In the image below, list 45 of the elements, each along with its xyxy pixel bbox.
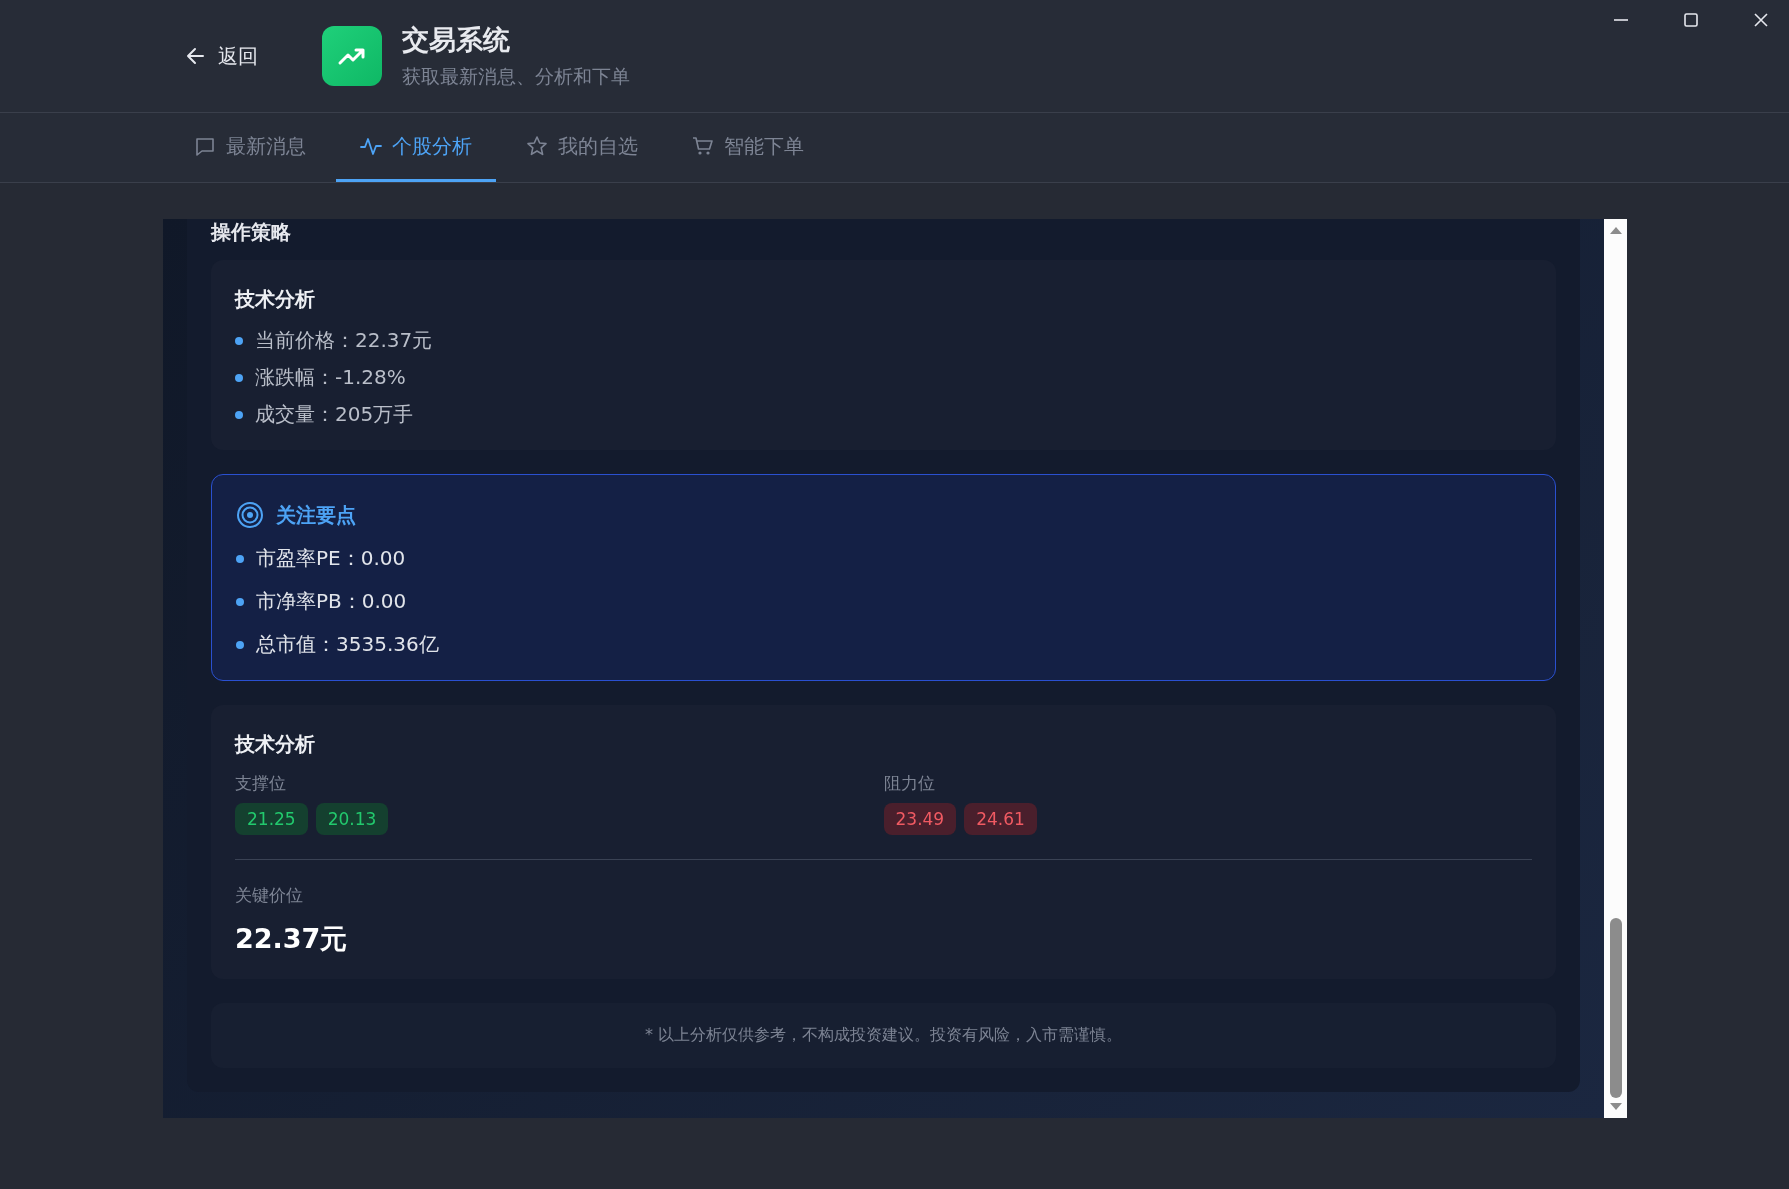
back-arrow-icon xyxy=(184,45,206,67)
bullet-icon xyxy=(236,640,244,649)
list-item: 总市值：3535.36亿 xyxy=(256,631,439,658)
key-price: 22.37元 xyxy=(235,922,349,956)
logo-icon xyxy=(322,26,382,86)
price-tag: 24.61 xyxy=(964,803,1037,835)
card-title: 技术分析 xyxy=(235,731,316,758)
disclaimer-text: * 以上分析仅供参考，不构成投资建议。投资有风险，入市需谨慎。 xyxy=(644,1025,1123,1044)
level-label: 支撑位 xyxy=(235,772,287,795)
price-tag: 20.13 xyxy=(315,803,389,835)
scrollbar[interactable] xyxy=(1604,219,1627,1118)
list-item: 市净率PB：0.00 xyxy=(256,588,407,615)
cart-icon xyxy=(692,135,714,157)
level-label: 阻力位 xyxy=(883,772,936,795)
chat-bubble-icon xyxy=(194,135,216,157)
bullet-icon xyxy=(235,410,243,419)
tab[interactable]: 最新消息 xyxy=(170,113,330,182)
scrollbar-thumb[interactable] xyxy=(1609,918,1622,1098)
tab[interactable]: 我的自选 xyxy=(502,113,662,182)
bullet-icon xyxy=(236,554,244,563)
bullet-icon xyxy=(235,336,243,345)
card-title: 技术分析 xyxy=(235,286,316,313)
level-label: 关键价位 xyxy=(235,884,304,907)
star-icon xyxy=(526,135,548,157)
target-icon xyxy=(236,501,264,529)
maximize-icon[interactable] xyxy=(1683,12,1699,28)
section-title: 操作策略 xyxy=(211,219,292,246)
pulse-icon xyxy=(360,135,382,157)
back-button[interactable]: 返回 xyxy=(180,38,262,74)
bullet-icon xyxy=(236,597,244,606)
list-item: 当前价格：22.37元 xyxy=(255,327,433,354)
list-item: 市盈率PE：0.00 xyxy=(256,545,406,572)
scroll-up-icon[interactable] xyxy=(1608,225,1623,235)
price-tag: 21.25 xyxy=(235,803,308,835)
price-tag: 23.49 xyxy=(883,803,957,835)
tab[interactable]: 个股分析 xyxy=(336,113,496,182)
scroll-down-icon[interactable] xyxy=(1608,1102,1623,1112)
tab[interactable]: 智能下单 xyxy=(668,113,828,182)
close-icon[interactable] xyxy=(1753,12,1769,28)
bullet-icon xyxy=(235,373,243,382)
app-subtitle: 获取最新消息、分析和下单 xyxy=(402,64,630,89)
card-title: 关注要点 xyxy=(276,501,356,529)
app-title: 交易系统 xyxy=(402,23,511,57)
list-item: 涨跌幅：-1.28% xyxy=(255,364,406,391)
list-item: 成交量：205万手 xyxy=(255,401,414,428)
